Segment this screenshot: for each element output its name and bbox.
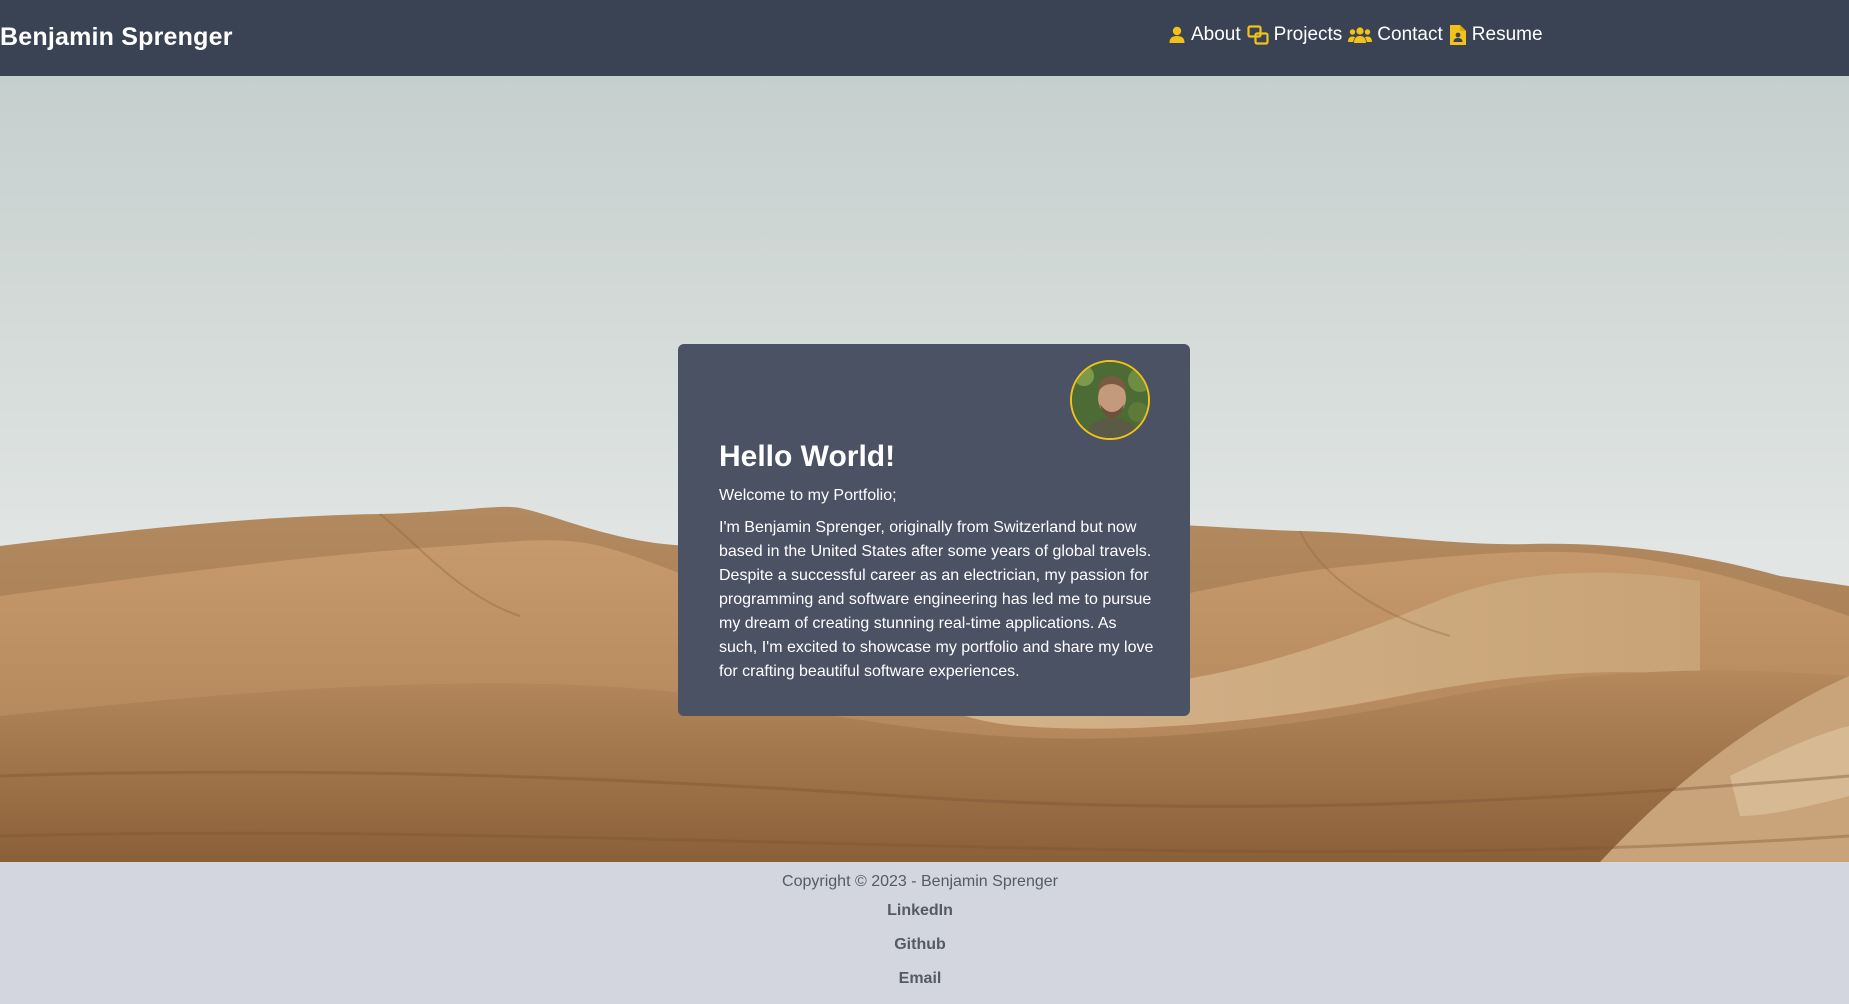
intro-card: Hello World! Welcome to my Portfolio; I'… <box>678 344 1190 716</box>
nav-about[interactable]: About <box>1168 24 1241 46</box>
nav-resume-label: Resume <box>1471 24 1543 45</box>
footer-link-email[interactable]: Email <box>0 970 1840 988</box>
users-icon <box>1348 26 1373 44</box>
nav-projects-label: Projects <box>1273 24 1343 45</box>
user-icon <box>1168 26 1186 44</box>
nav-contact[interactable]: Contact <box>1348 24 1443 46</box>
copyright-text: Copyright © 2023 - Benjamin Sprenger <box>782 873 1058 890</box>
nav-contact-label: Contact <box>1377 24 1443 45</box>
top-navbar: Benjamin Sprenger About Projects Contact… <box>0 0 1849 76</box>
nav-about-label: About <box>1191 24 1241 45</box>
card-subtitle: Welcome to my Portfolio; <box>719 487 897 504</box>
footer-link-github[interactable]: Github <box>0 936 1840 954</box>
main-nav: About Projects Contact Resume <box>1168 24 1543 46</box>
nav-projects[interactable]: Projects <box>1247 24 1343 46</box>
hero-section: Hello World! Welcome to my Portfolio; I'… <box>0 76 1849 862</box>
site-footer: Copyright © 2023 - Benjamin Sprenger Lin… <box>0 862 1849 1004</box>
nav-resume[interactable]: Resume <box>1449 24 1543 46</box>
site-brand[interactable]: Benjamin Sprenger <box>0 23 233 52</box>
card-title: Hello World! <box>719 440 896 473</box>
profile-avatar <box>1070 360 1150 440</box>
file-user-icon <box>1449 24 1467 46</box>
card-bio: I'm Benjamin Sprenger, originally from S… <box>719 519 1154 680</box>
footer-link-linkedin[interactable]: LinkedIn <box>0 902 1840 920</box>
projects-icon <box>1247 25 1269 45</box>
